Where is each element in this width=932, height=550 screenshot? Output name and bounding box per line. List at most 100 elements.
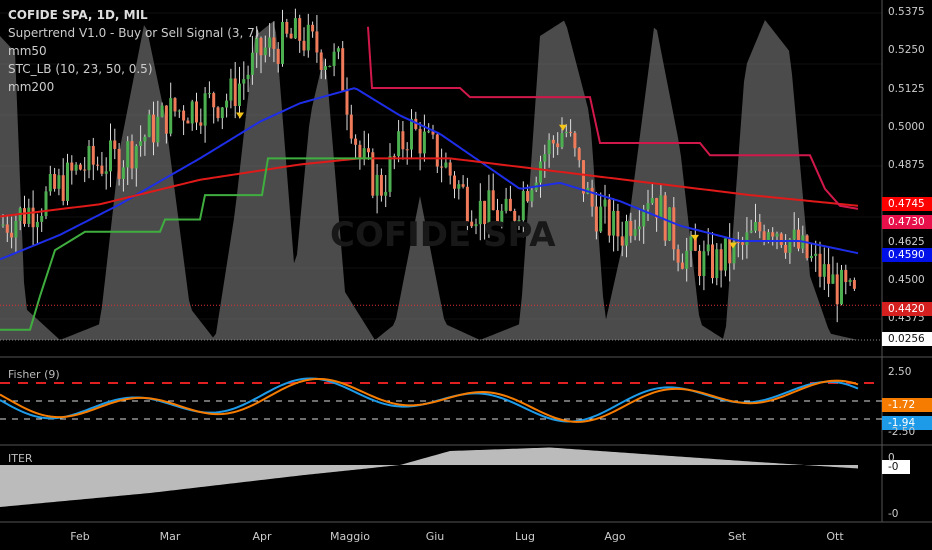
price-tick: 0.5250 [888, 44, 925, 57]
candle-body [809, 255, 813, 259]
candle-body [461, 184, 465, 187]
chart[interactable]: COFIDE SPA, 1D, MIL Supertrend V1.0 - Bu… [0, 0, 932, 550]
candle-body [736, 242, 740, 244]
candle-body [551, 139, 555, 144]
candle-body [100, 165, 104, 174]
candle-body [199, 122, 203, 126]
legend-supertrend[interactable]: Supertrend V1.0 - Buy or Sell Signal (3,… [8, 24, 259, 42]
candle-body [762, 231, 766, 241]
candle-body [771, 232, 775, 237]
candle-body [23, 208, 26, 224]
legend-mm50[interactable]: mm50 [8, 42, 259, 60]
candle-body [35, 221, 39, 228]
candle-body [147, 114, 151, 137]
candle-body [603, 199, 607, 207]
fisher-tick: 2.50 [888, 366, 912, 378]
candle-body [164, 105, 168, 134]
iter-tick: 0 [888, 452, 895, 464]
candle-body [57, 175, 61, 189]
candle-body [66, 162, 69, 201]
candle-body [723, 238, 727, 271]
candle-body [594, 206, 598, 232]
candle-body [659, 195, 663, 219]
candle-body [719, 249, 723, 271]
candle-body [491, 190, 495, 211]
candle-body [577, 148, 581, 161]
candle-body [14, 220, 18, 238]
candle-body [139, 141, 143, 146]
candle-body [332, 51, 336, 67]
candle-body [293, 18, 297, 39]
candle-body [685, 250, 689, 269]
candle-body [637, 226, 641, 230]
candle-body [169, 98, 173, 134]
candle-body [367, 148, 370, 153]
candle-body [844, 269, 848, 283]
candle-body [440, 166, 444, 168]
candle-body [281, 21, 284, 64]
candle-body [702, 251, 706, 276]
candle-body [379, 174, 383, 196]
symbol-title: COFIDE SPA, 1D, MIL [8, 8, 148, 22]
candle-body [805, 235, 809, 259]
candle-body [852, 280, 856, 289]
candle-body [822, 264, 826, 277]
candle-body [190, 101, 194, 124]
mm200-badge: 0.4745 [882, 197, 932, 211]
candle-body [616, 210, 620, 237]
candle-body [109, 140, 112, 172]
watermark: COFIDE SPA [330, 215, 556, 255]
candle-body [40, 216, 44, 222]
candle-body [259, 37, 263, 56]
candle-body [698, 250, 702, 276]
candle-body [650, 198, 654, 204]
candle-body [328, 66, 332, 68]
candle-body [827, 264, 831, 284]
time-axis-label: Ott [826, 530, 844, 543]
candle-body [646, 203, 650, 210]
time-axis-label: Apr [252, 530, 272, 543]
candle-body [818, 253, 822, 277]
fisher-badge-1: -1.72 [882, 398, 932, 412]
candle-body [53, 173, 57, 189]
legend: COFIDE SPA, 1D, MIL Supertrend V1.0 - Bu… [8, 6, 259, 96]
candle-body [354, 138, 358, 145]
price-tick: 0.5375 [888, 6, 925, 18]
candle-body [556, 143, 560, 148]
legend-stc[interactable]: STC_LB (10, 23, 50, 0.5) [8, 60, 259, 78]
candle-body [324, 66, 327, 70]
candle-body [427, 131, 431, 133]
candle-body [5, 224, 9, 233]
candle-body [91, 145, 95, 165]
candle-body [289, 33, 293, 39]
mm50-badge: 0.4590 [882, 248, 932, 262]
time-axis-label: Set [727, 530, 747, 543]
candle-body [728, 238, 732, 264]
candle-body [272, 37, 276, 49]
candle-body [741, 242, 745, 245]
candle-body [345, 90, 349, 115]
candle-body [203, 93, 207, 126]
candle-body [285, 21, 289, 34]
candle-body [814, 253, 818, 256]
candle-body [779, 233, 783, 245]
candle-body [113, 140, 117, 149]
price-tick: 0.4500 [888, 273, 925, 286]
candle-body [547, 139, 551, 155]
fisher-label: Fisher (9) [8, 368, 60, 381]
candle-body [633, 229, 637, 236]
candle-body [835, 274, 839, 305]
candle-body [672, 207, 676, 250]
candle-body [121, 167, 125, 179]
candle-body [276, 48, 280, 64]
time-axis-label: Giu [425, 530, 445, 543]
candle-body [152, 114, 155, 143]
candle-body [457, 184, 461, 189]
candle-body [388, 156, 392, 192]
candle-body [526, 191, 530, 202]
candle-body [405, 149, 409, 151]
candle-body [560, 133, 564, 148]
iter-label: ITER [8, 452, 33, 465]
candle-body [306, 24, 310, 51]
legend-mm200[interactable]: mm200 [8, 78, 259, 96]
